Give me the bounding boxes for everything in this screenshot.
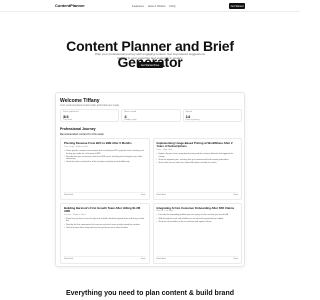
bullet: Share how you knew it was the right time… xyxy=(64,218,146,223)
stat-note: Ready to plan xyxy=(124,118,137,121)
read-brief-link[interactable]: Read brief xyxy=(157,258,166,260)
section-subtitle: Recommended content for this week xyxy=(60,133,104,136)
recommendation-bullets: Explain why you chose usage-based pricin… xyxy=(157,153,239,165)
read-brief-link[interactable]: Read brief xyxy=(64,194,73,196)
recommendation-grid: Pivoting Revenue From B2C to B2B After 6… xyxy=(60,138,242,264)
recommendation-footer: Read brief Save xyxy=(64,191,146,196)
stat-note: This week xyxy=(63,118,73,121)
bullet: Share specific customer conversations th… xyxy=(64,150,146,155)
get-started-button[interactable]: Get Started xyxy=(229,3,245,9)
read-brief-link[interactable]: Read brief xyxy=(64,258,73,260)
recommendation-footer: Read brief Save xyxy=(156,256,238,260)
recommendation-card[interactable]: Pivoting Revenue From B2C to B2B After 6… xyxy=(60,138,150,200)
recommendation-title: Building Barstool's First Growth Team Af… xyxy=(64,205,141,213)
recommendation-meta: Story · High effort xyxy=(156,149,173,152)
bullet: Explain why you chose usage-based pricin… xyxy=(157,153,239,158)
bullet: Share what revenue and churn looked like… xyxy=(157,162,239,165)
bullet: List the lessons about hiring and struct… xyxy=(64,227,146,230)
save-link[interactable]: Save xyxy=(233,194,238,196)
hero-cta-button[interactable]: Get Started Free xyxy=(137,62,163,68)
recommendation-meta: Lessons · Medium effort xyxy=(64,213,86,216)
recommendation-title: Implementing Usage-Based Pricing at Work… xyxy=(156,141,233,149)
stat-card: Posts published 3/4 This week xyxy=(60,109,120,122)
recommendation-footer: Read brief Save xyxy=(64,256,146,260)
recommendation-bullets: Share how you knew it was the right time… xyxy=(64,218,146,230)
bullet: Share the measurable results on activati… xyxy=(157,221,239,224)
save-link[interactable]: Save xyxy=(233,258,238,260)
save-link[interactable]: Save xyxy=(141,194,146,196)
features-heading: Everything you need to plan content & bu… xyxy=(65,290,234,297)
logo[interactable]: ContentPlanner xyxy=(55,3,85,8)
bullet: Detail the metrics and timeline of the t… xyxy=(64,161,146,164)
recommendation-meta: Case study · Medium effort xyxy=(64,145,88,148)
stat-card: Ideas saved 4 Ready to plan xyxy=(121,109,181,122)
top-nav: ContentPlanner Features How it Works FAQ… xyxy=(0,0,300,12)
recommendation-title: Pivoting Revenue From B2C to B2B After 6… xyxy=(64,141,132,145)
recommendation-footer: Read brief Save xyxy=(156,191,238,196)
recommendation-card[interactable]: Building Barstool's First Growth Team Af… xyxy=(60,202,150,264)
recommendation-bullets: Share specific customer conversations th… xyxy=(64,150,146,165)
section-title: Professional Journey xyxy=(60,127,96,131)
nav-links: Features How it Works FAQ xyxy=(132,4,175,8)
recommendation-card[interactable]: Implementing Usage-Based Pricing at Work… xyxy=(152,138,242,200)
hero-subtitle: Plan your professional journey with enga… xyxy=(95,52,205,60)
recommendation-bullets: Describe the onboarding problem you were… xyxy=(157,214,239,224)
welcome-subtitle: Your recommended content plan and briefs… xyxy=(60,104,120,107)
stat-note: Days of posting xyxy=(185,118,200,121)
recommendation-card[interactable]: Integrating AI Into Customer Onboarding … xyxy=(152,202,242,264)
nav-link-how-it-works[interactable]: How it Works xyxy=(148,4,166,8)
nav-link-faq[interactable]: FAQ xyxy=(169,4,175,8)
recommendation-meta: How-to · Low effort xyxy=(156,210,174,213)
read-brief-link[interactable]: Read brief xyxy=(157,194,166,196)
stat-card: Streak 14 Days of posting xyxy=(182,109,242,122)
nav-link-features[interactable]: Features xyxy=(132,4,144,8)
save-link[interactable]: Save xyxy=(141,258,146,260)
dashboard-preview: Welcome Tiffany Your recommended content… xyxy=(55,92,245,267)
stats-row: Posts published 3/4 This week Ideas save… xyxy=(60,109,242,122)
